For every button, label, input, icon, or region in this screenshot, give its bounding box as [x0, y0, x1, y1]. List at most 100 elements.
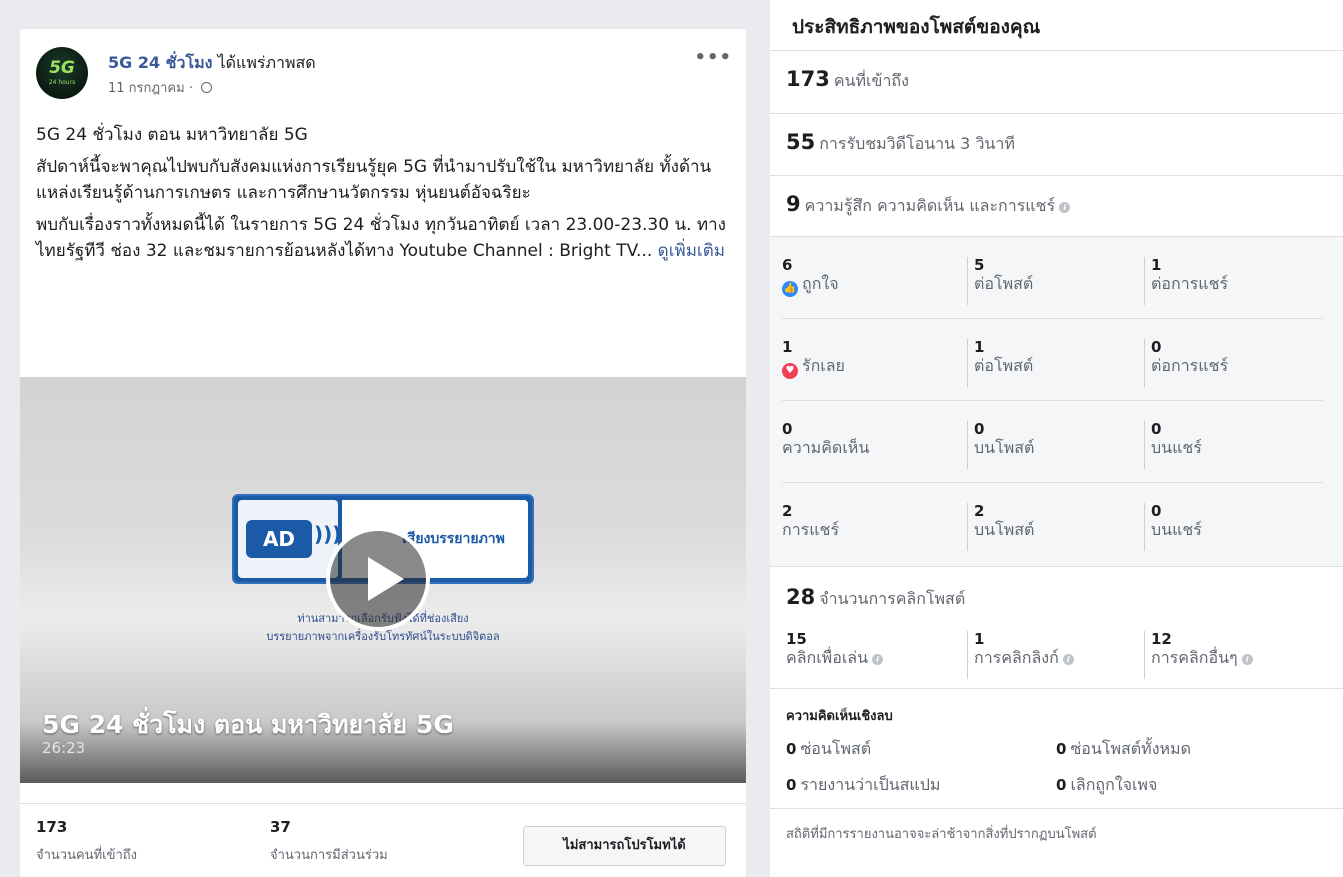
- post-header: 5G 24 hours 5G 24 ชั่วโมง ได้แพร่ภาพสด 1…: [36, 47, 732, 107]
- shares-on-shares-value: 0: [1151, 502, 1162, 520]
- hide-all-stat: 0 ซ่อนโพสต์ทั้งหมด: [1056, 737, 1191, 762]
- comments-on-shares-value: 0: [1151, 420, 1162, 438]
- spam-report-label: รายงานว่าเป็นสแปม: [800, 775, 941, 794]
- promote-button[interactable]: ไม่สามารถโปรโมทได้: [523, 826, 726, 866]
- engagement-stat-label: จำนวนการมีส่วนร่วม: [270, 848, 388, 863]
- post-paragraph-2: สัปดาห์นี้จะพาคุณไปพบกับสังคมแห่งการเรีย…: [36, 157, 712, 203]
- loves-cell: 1 ♥ รักเลย: [782, 339, 845, 387]
- play-button[interactable]: [326, 527, 430, 631]
- globe-icon: [201, 82, 213, 93]
- loves-on-post-value: 1: [974, 338, 985, 356]
- loves-on-shares-cell: 0 ต่อการแชร์: [1144, 339, 1228, 387]
- loves-label: รักเลย: [802, 356, 845, 375]
- reactions-label: ความรู้สึก ความคิดเห็น และการแชร์: [804, 196, 1056, 215]
- info-icon[interactable]: i: [1062, 654, 1074, 665]
- post-clicks-section: 28 จำนวนการคลิกโพสต์ 15 คลิกเพื่อเล่น i 1 …: [770, 566, 1343, 688]
- shares-on-post-label: บนโพสต์: [974, 520, 1035, 539]
- loves-value: 1: [782, 338, 793, 356]
- loves-on-post-cell: 1 ต่อโพสต์: [967, 339, 1033, 387]
- post-paragraph-3: พบกับเรื่องราวทั้งหมดนี้ได้ ในรายการ 5G …: [36, 212, 736, 264]
- author-name-link[interactable]: 5G 24 ชั่วโมง: [108, 53, 212, 72]
- other-clicks-value: 12: [1151, 630, 1172, 648]
- shares-on-shares-label: บนแชร์: [1151, 520, 1202, 539]
- loves-label-line: ♥ รักเลย: [782, 355, 845, 379]
- negative-feedback-section: ความคิดเห็นเชิงลบ 0 ซ่อนโพสต์ 0 ซ่อนโพสต์ท…: [770, 688, 1343, 808]
- link-clicks-label: การคลิกลิงก์: [974, 648, 1059, 667]
- comments-on-post-cell: 0 บนโพสต์: [967, 421, 1034, 469]
- comments-on-post-label: บนโพสต์: [974, 438, 1035, 457]
- reach-line: 173 คนที่เข้าถึง: [786, 67, 909, 94]
- info-icon[interactable]: i: [1241, 654, 1253, 665]
- loves-on-shares-value: 0: [1151, 338, 1162, 356]
- unlike-page-value: 0: [1056, 776, 1067, 794]
- hide-post-stat: 0 ซ่อนโพสต์: [786, 737, 871, 762]
- more-options-icon[interactable]: •••: [694, 47, 732, 68]
- likes-on-shares-label: ต่อการแชร์: [1151, 274, 1229, 293]
- clicks-label: จำนวนการคลิกโพสต์: [819, 589, 966, 608]
- loves-row: 1 ♥ รักเลย 1 ต่อโพสต์ 0 ต่อการแชร์: [782, 319, 1323, 401]
- likes-on-post-value: 5: [974, 256, 985, 274]
- views-value: 55: [786, 130, 816, 154]
- play-clicks-value: 15: [786, 630, 807, 648]
- comments-value: 0: [782, 420, 793, 438]
- clicks-line: 28 จำนวนการคลิกโพสต์: [786, 585, 965, 612]
- link-clicks-value: 1: [974, 630, 985, 648]
- hide-post-label: ซ่อนโพสต์: [800, 739, 872, 758]
- post-paragraph-3-text: พบกับเรื่องราวทั้งหมดนี้ได้ ในรายการ 5G …: [36, 215, 726, 261]
- insights-panel: ประสิทธิภาพของโพสต์ของคุณ 173 คนที่เข้าถึ…: [770, 0, 1343, 877]
- avatar[interactable]: 5G 24 hours: [36, 47, 88, 99]
- shares-value: 2: [782, 502, 793, 520]
- negative-feedback-title: ความคิดเห็นเชิงลบ: [786, 709, 893, 724]
- shares-on-post-cell: 2 บนโพสต์: [967, 503, 1034, 551]
- reaction-breakdown: 6 👍 ถูกใจ 5 ต่อโพสต์ 1 ต่อการแชร์ 1 ♥ รักเ…: [770, 236, 1343, 566]
- engagement-stat: 37 จำนวนการมีส่วนร่วม: [270, 818, 388, 865]
- shares-on-shares-cell: 0 บนแชร์: [1144, 503, 1202, 551]
- video-player[interactable]: AD ))) เสียงบรรยายภาพ ท่านสามารถเลือกรับ…: [20, 377, 746, 783]
- shares-cell: 2 การแชร์: [782, 503, 839, 551]
- insights-title: ประสิทธิภาพของโพสต์ของคุณ: [792, 16, 1041, 38]
- link-clicks-cell: 1 การคลิกลิงก์ i: [967, 631, 1074, 679]
- views-row: 55 การรับชมวิดีโอนาน 3 วินาที: [770, 113, 1343, 175]
- views-line: 55 การรับชมวิดีโอนาน 3 วินาที: [786, 130, 1015, 157]
- unlike-page-stat: 0 เลิกถูกใจเพจ: [1056, 773, 1157, 798]
- comments-on-shares-cell: 0 บนแชร์: [1144, 421, 1202, 469]
- comments-row: 0 ความคิดเห็น 0 บนโพสต์ 0 บนแชร์: [782, 401, 1323, 483]
- ad-label: AD: [246, 520, 312, 558]
- likes-label-line: 👍 ถูกใจ: [782, 273, 839, 297]
- like-icon: 👍: [782, 281, 798, 297]
- clicks-value: 28: [786, 585, 816, 609]
- loves-on-shares-label: ต่อการแชร์: [1151, 356, 1229, 375]
- play-clicks-cell: 15 คลิกเพื่อเล่น i: [786, 630, 884, 679]
- author-line: 5G 24 ชั่วโมง ได้แพร่ภาพสด: [108, 51, 316, 76]
- link-clicks-label-line: การคลิกลิงก์ i: [974, 647, 1074, 669]
- reach-value: 173: [786, 67, 830, 91]
- play-clicks-label-line: คลิกเพื่อเล่น i: [786, 647, 884, 669]
- engagement-stat-value: 37: [270, 818, 291, 836]
- comments-cell: 0 ความคิดเห็น: [782, 421, 869, 469]
- spam-report-stat: 0 รายงานว่าเป็นสแปม: [786, 773, 940, 798]
- ad-logo-panel: AD ))): [238, 500, 341, 578]
- avatar-logo-text: 5G: [49, 58, 75, 78]
- info-icon[interactable]: i: [872, 654, 884, 665]
- love-icon: ♥: [782, 363, 798, 379]
- see-more-link[interactable]: ดูเพิ่มเติม: [658, 241, 725, 261]
- likes-on-post-cell: 5 ต่อโพสต์: [967, 257, 1033, 305]
- post-date[interactable]: 11 กรกฎาคม ·: [108, 81, 197, 96]
- video-duration: 26:23: [42, 739, 86, 757]
- views-label: การรับชมวิดีโอนาน 3 วินาที: [819, 134, 1015, 153]
- reach-label: คนที่เข้าถึง: [833, 71, 909, 90]
- comments-on-post-value: 0: [974, 420, 985, 438]
- footnote-section: สถิติที่มีการรายงานอาจจะล่าช้าจากสิ่งที่…: [770, 808, 1343, 877]
- play-clicks-label: คลิกเพื่อเล่น: [786, 648, 869, 667]
- other-clicks-cell: 12 การคลิกอื่นๆ i: [1144, 631, 1253, 679]
- hide-all-label: ซ่อนโพสต์ทั้งหมด: [1070, 739, 1191, 758]
- unlike-page-label: เลิกถูกใจเพจ: [1070, 775, 1158, 794]
- loves-on-post-label: ต่อโพสต์: [974, 356, 1034, 375]
- info-icon[interactable]: i: [1059, 202, 1071, 213]
- hide-all-value: 0: [1056, 740, 1067, 758]
- author-action: ได้แพร่ภาพสด: [217, 53, 316, 72]
- other-clicks-label: การคลิกอื่นๆ: [1151, 648, 1238, 667]
- likes-value: 6: [782, 256, 793, 274]
- shares-row: 2 การแชร์ 2 บนโพสต์ 0 บนแชร์: [782, 483, 1323, 565]
- likes-on-shares-cell: 1 ต่อการแชร์: [1144, 257, 1228, 305]
